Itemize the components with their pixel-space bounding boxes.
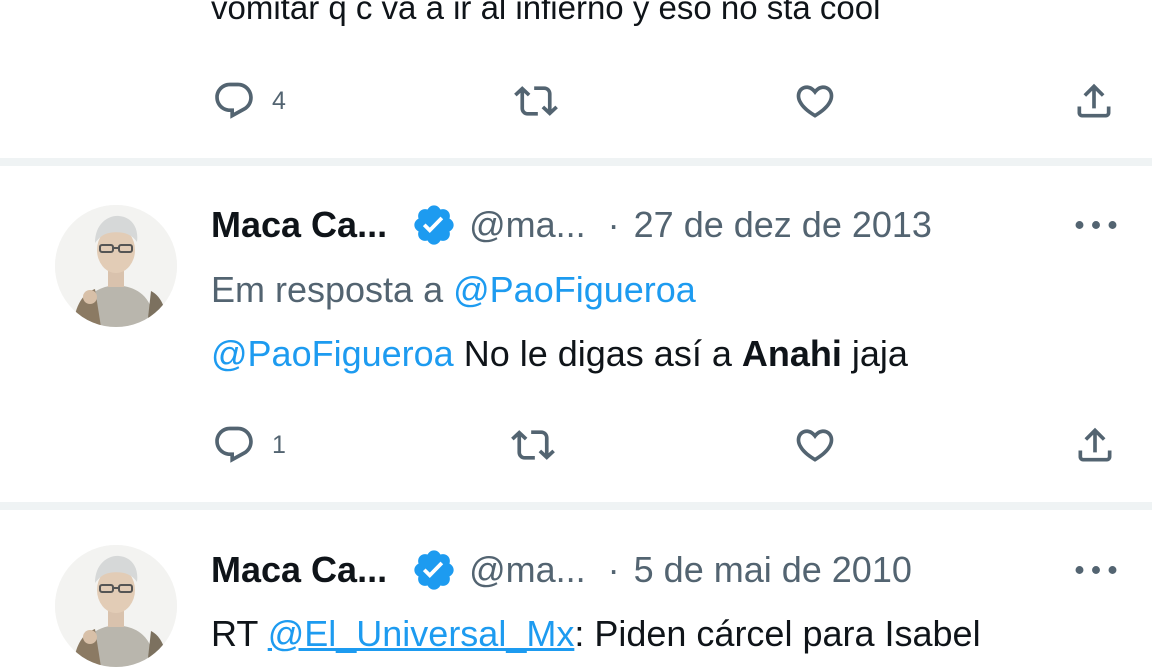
separator-dot: ·: [607, 549, 620, 590]
tweet-header: Maca Ca... @ma... · 5 de mai de 2010: [211, 548, 912, 592]
retweet-icon: [514, 79, 558, 123]
speech-bubble-icon: [212, 423, 256, 467]
verified-badge-icon: [411, 202, 457, 248]
share-upload-icon: [1073, 423, 1117, 467]
share-button[interactable]: [1073, 423, 1117, 467]
share-upload-icon: [1072, 79, 1116, 123]
retweet-button[interactable]: [514, 79, 558, 123]
more-horizontal-icon: [1074, 215, 1118, 235]
mention-link[interactable]: @PaoFigueroa: [211, 333, 454, 374]
tweet-header: Maca Ca... @ma... · 27 de dez de 2013: [211, 203, 932, 247]
reply-button[interactable]: 4: [212, 79, 286, 123]
verified-badge-icon: [411, 547, 457, 593]
tweet-divider: [0, 158, 1152, 166]
more-options-button[interactable]: [1074, 203, 1118, 247]
reply-button[interactable]: 1: [212, 423, 286, 467]
share-button[interactable]: [1072, 79, 1116, 123]
reply-count: 1: [272, 430, 286, 459]
tweet-text-fragment: vomitar q c va a ir al infierno y eso no…: [211, 0, 881, 26]
separator-dot: ·: [607, 204, 620, 245]
reply-context: Em resposta a @PaoFigueroa: [211, 268, 696, 312]
like-button[interactable]: [793, 79, 837, 123]
tweet-timestamp[interactable]: 27 de dez de 2013: [634, 204, 932, 246]
retweet-button[interactable]: [511, 423, 555, 467]
user-handle[interactable]: @ma...: [469, 204, 586, 246]
tweet-text-segment: No le digas así a: [463, 333, 732, 374]
more-horizontal-icon: [1074, 560, 1118, 580]
retweet-icon: [511, 423, 555, 467]
tweet-text: @PaoFigueroa No le digas así a Anahi jaj…: [211, 332, 908, 376]
tweet-actions: 1: [0, 420, 1152, 470]
tweet-text: RT @El_Universal_Mx: Piden cárcel para I…: [211, 612, 981, 656]
avatar[interactable]: [55, 545, 177, 667]
tweet-actions: 4: [0, 76, 1152, 126]
speech-bubble-icon: [212, 79, 256, 123]
display-name[interactable]: Maca Ca...: [211, 204, 387, 246]
heart-icon: [793, 423, 837, 467]
heart-icon: [793, 79, 837, 123]
more-options-button[interactable]: [1074, 548, 1118, 592]
tweet-text-bold: Anahi: [741, 333, 842, 374]
tweet-timestamp[interactable]: 5 de mai de 2010: [634, 549, 912, 591]
avatar-photo: [55, 545, 177, 667]
mention-link[interactable]: @PaoFigueroa: [453, 269, 696, 310]
tweet-text-segment: jaja: [851, 333, 908, 374]
display-name[interactable]: Maca Ca...: [211, 549, 387, 591]
reply-count: 4: [272, 86, 286, 115]
user-handle[interactable]: @ma...: [469, 549, 586, 591]
tweet-divider: [0, 502, 1152, 510]
avatar-photo: [55, 205, 177, 327]
avatar[interactable]: [55, 205, 177, 327]
reply-prefix: Em resposta a: [211, 269, 444, 310]
like-button[interactable]: [793, 423, 837, 467]
